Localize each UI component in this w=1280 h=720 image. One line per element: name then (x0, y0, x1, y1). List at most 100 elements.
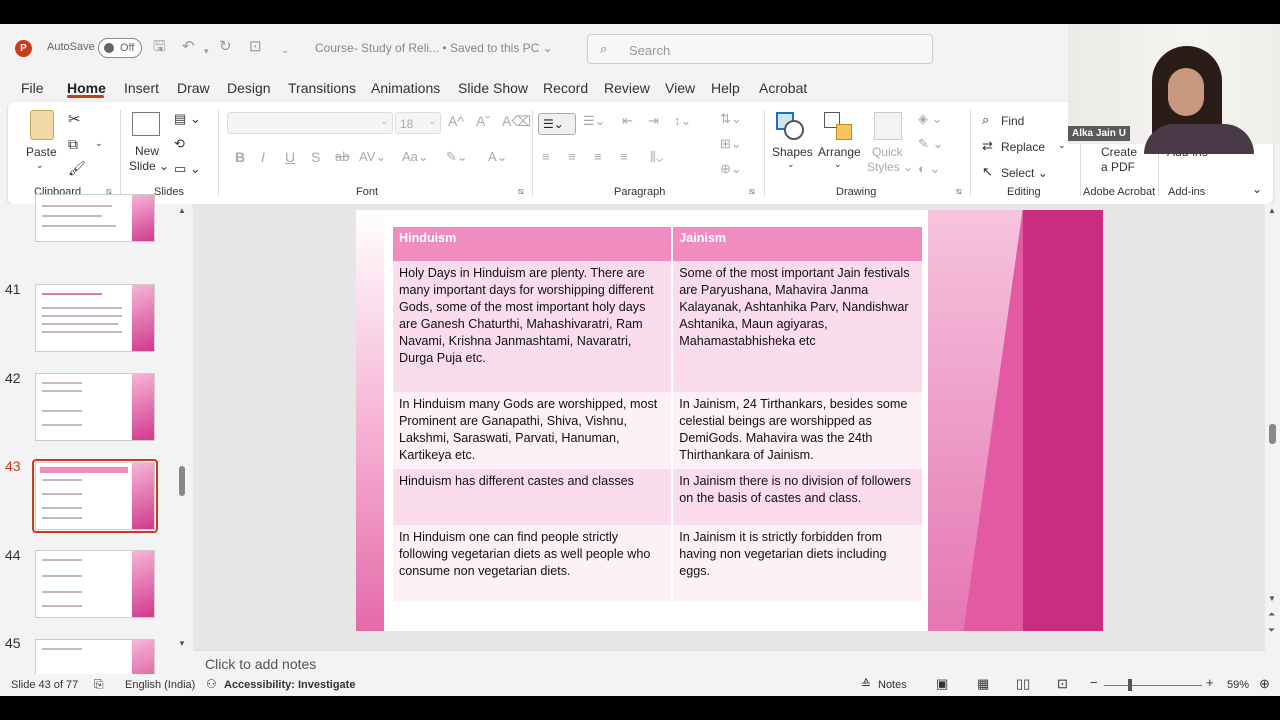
autosave-toggle[interactable]: Off (98, 38, 142, 58)
paste-button[interactable]: Paste (26, 145, 57, 159)
align-right-icon[interactable]: ≡ (594, 149, 602, 164)
align-text-icon[interactable]: ⊞⌄ (720, 136, 742, 152)
chevron-down-icon[interactable]: ⌄ (1058, 140, 1066, 151)
tab-slide-show[interactable]: Slide Show (458, 80, 528, 96)
scroll-up-icon[interactable]: ▲ (178, 206, 186, 215)
replace-icon[interactable]: ⇄ (982, 138, 993, 154)
tab-help[interactable]: Help (711, 80, 740, 96)
paste-dropdown-icon[interactable]: ⌄ (36, 160, 44, 171)
customize-toolbar-icon[interactable]: ⌄ (281, 42, 289, 60)
redo-icon[interactable]: ↻ (219, 38, 232, 56)
table-cell[interactable]: In Jainism there is no division of follo… (672, 469, 924, 525)
scroll-thumb[interactable] (179, 466, 185, 496)
select-icon[interactable]: ↖ (982, 164, 993, 180)
table-cell[interactable]: Hinduism has different castes and classe… (393, 469, 674, 525)
arrange-icon[interactable] (824, 112, 854, 142)
slideshow-view-icon[interactable]: ⊡ (1057, 676, 1068, 692)
current-slide[interactable]: Hinduism Jainism Holy Days in Hinduism a… (356, 210, 1103, 631)
tab-file[interactable]: File (21, 80, 44, 96)
align-center-icon[interactable]: ≡ (568, 149, 576, 164)
highlight-icon[interactable]: ✎⌄ (446, 149, 468, 165)
quick-styles-icon[interactable] (874, 112, 902, 140)
zoom-slider[interactable] (1104, 685, 1202, 686)
zoom-in-icon[interactable]: + (1206, 675, 1214, 690)
justify-icon[interactable]: ≡ (620, 149, 628, 164)
find-button[interactable]: Find (1001, 114, 1024, 128)
decrease-indent-icon[interactable]: ⇤ (622, 113, 633, 129)
numbering-icon[interactable]: ☰⌄ (583, 113, 606, 129)
change-case-icon[interactable]: Aa⌄ (402, 149, 429, 165)
reading-view-icon[interactable]: ▯▯ (1016, 676, 1030, 692)
paste-icon[interactable] (30, 110, 54, 140)
copy-icon[interactable]: ⧉ (68, 136, 78, 153)
slide-thumbnail[interactable] (35, 284, 155, 352)
tab-draw[interactable]: Draw (177, 80, 210, 96)
present-icon[interactable]: ⊡ (249, 38, 262, 56)
tab-design[interactable]: Design (227, 80, 271, 96)
tab-acrobat[interactable]: Acrobat (759, 80, 807, 96)
search-box[interactable]: ⌕ Search (587, 34, 933, 64)
shadow-icon[interactable]: S (311, 149, 320, 165)
create-pdf-button[interactable]: a PDF (1101, 160, 1135, 174)
accessibility-icon[interactable]: ⚇ (206, 677, 217, 691)
font-size-select[interactable]: 18 ⌄ (395, 112, 441, 134)
slide-sorter-icon[interactable]: ▦ (977, 676, 989, 692)
bold-icon[interactable]: B (235, 149, 245, 165)
tab-home[interactable]: Home (67, 80, 106, 96)
chevron-down-icon[interactable]: ⌄ (787, 159, 795, 170)
save-icon[interactable]: 🖫 (153, 38, 166, 56)
paragraph-launcher-icon[interactable]: ⧅ (749, 186, 755, 197)
scroll-down-icon[interactable]: ▼ (1268, 594, 1276, 603)
underline-icon[interactable]: U (285, 149, 295, 165)
normal-view-icon[interactable]: ▣ (936, 676, 948, 692)
table-cell[interactable]: Holy Days in Hinduism are plenty. There … (393, 261, 674, 392)
shape-fill-icon[interactable]: ◈ ⌄ (918, 111, 943, 127)
previous-slide-icon[interactable]: ⏶ (1268, 609, 1275, 620)
notes-button[interactable]: Notes (878, 679, 907, 691)
new-slide-button[interactable]: Slide ⌄ (129, 159, 169, 173)
thumbnails-scrollbar[interactable]: ▲ ▼ (176, 204, 188, 650)
copy-dropdown-icon[interactable]: ⌄ (95, 138, 103, 149)
spell-check-icon[interactable]: ⎘ (94, 677, 104, 692)
strikethrough-icon[interactable]: ab (335, 149, 349, 164)
select-button[interactable]: Select ⌄ (1001, 166, 1048, 180)
table-cell[interactable]: In Hinduism many Gods are worshipped, mo… (393, 392, 674, 469)
table-cell[interactable]: In Jainism, 24 Tirthankars, besides some… (672, 392, 924, 469)
font-launcher-icon[interactable]: ⧅ (518, 186, 524, 197)
italic-icon[interactable]: I (261, 149, 265, 165)
slide-thumbnail-current[interactable] (35, 462, 155, 530)
accessibility-status[interactable]: Accessibility: Investigate (224, 679, 355, 691)
comparison-table[interactable]: Hinduism Jainism Holy Days in Hinduism a… (393, 227, 924, 601)
quick-styles-label-1[interactable]: Quick (872, 145, 903, 159)
drawing-launcher-icon[interactable]: ⧅ (956, 186, 962, 197)
zoom-level[interactable]: 59% (1227, 679, 1249, 691)
slide-thumbnail[interactable] (35, 373, 155, 441)
table-cell[interactable]: In Jainism it is strictly forbidden from… (672, 525, 924, 601)
shape-outline-icon[interactable]: ✎ ⌄ (918, 136, 943, 152)
format-painter-icon[interactable]: 🖌 (68, 160, 86, 177)
arrange-button[interactable]: Arrange (818, 145, 861, 159)
next-slide-icon[interactable]: ⏷ (1268, 625, 1275, 636)
shapes-icon[interactable] (776, 112, 804, 140)
columns-icon[interactable]: ⫼⌄ (650, 149, 663, 165)
document-title[interactable]: Course- Study of Reli... • Saved to this… (315, 41, 553, 55)
cut-icon[interactable]: ✂ (68, 110, 81, 128)
shrink-font-icon[interactable]: Aˇ (476, 113, 490, 129)
tab-view[interactable]: View (665, 80, 695, 96)
scroll-thumb[interactable] (1269, 424, 1276, 444)
notes-icon[interactable]: ≙ (861, 677, 871, 691)
tab-animations[interactable]: Animations (371, 80, 440, 96)
increase-indent-icon[interactable]: ⇥ (648, 113, 659, 129)
section-icon[interactable]: ▭ ⌄ (174, 161, 201, 177)
tab-insert[interactable]: Insert (124, 80, 159, 96)
clear-formatting-icon[interactable]: A⌫ (502, 113, 531, 130)
undo-dropdown-icon[interactable]: ▾ (204, 42, 209, 60)
shape-effects-icon[interactable]: ◐ ⌄ (918, 161, 940, 177)
font-family-select[interactable]: ⌄ (227, 112, 393, 134)
undo-icon[interactable]: ↶ (182, 38, 195, 56)
notes-pane[interactable]: Click to add notes (193, 650, 1265, 674)
language-indicator[interactable]: English (India) (125, 679, 195, 691)
font-color-icon[interactable]: A⌄ (488, 149, 508, 165)
scroll-up-icon[interactable]: ▲ (1268, 206, 1276, 215)
grow-font-icon[interactable]: A^ (448, 113, 464, 129)
